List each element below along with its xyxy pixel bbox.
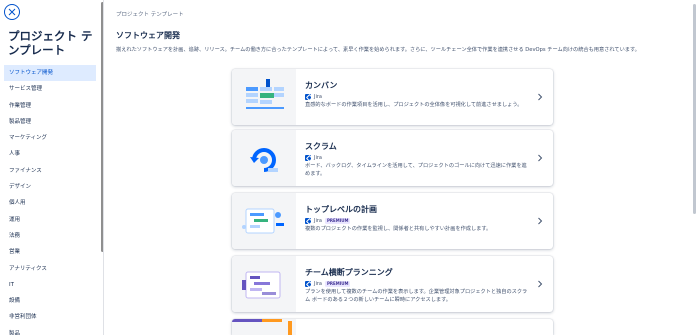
template-card-partial[interactable] [232, 319, 553, 335]
sidebar-item-facilities[interactable]: 設備 [4, 293, 96, 309]
close-button[interactable] [4, 4, 20, 20]
template-product: Jira PREMIUM [305, 217, 351, 224]
premium-badge: PREMIUM [324, 280, 351, 287]
sidebar-item-nonprofit[interactable]: 非営利団体 [4, 309, 96, 325]
template-product: Jira [305, 154, 322, 161]
chevron-right-icon [538, 93, 543, 101]
template-card-kanban[interactable]: カンバン Jira 直感的なボードの作業項目を活用し、プロジェクトの全体像を可視… [232, 69, 553, 125]
sidebar-item-product[interactable]: 製品 [4, 326, 96, 335]
template-description: 複数のプロジェクトの作業を監視し、関係者と共有しやすい計画を作成します。 [305, 226, 492, 232]
main-panel: プロジェクト テンプレート ソフトウェア開発 揃えれたソフトウェアを計画、追跡、… [104, 0, 700, 335]
template-preview-icon [232, 319, 296, 335]
template-description: プランを使用して複数のチームの作業を表示します。企業管理対象プロジェクトと独自の… [305, 289, 528, 303]
product-label: Jira [314, 93, 322, 100]
template-card-scrum[interactable]: スクラム Jira ボード、バックログ、タイムラインを活用して、プロジェクトのゴ… [232, 130, 553, 186]
sidebar-item-product-management[interactable]: 製品管理 [4, 114, 96, 130]
template-description: 直感的なボードの作業項目を活用し、プロジェクトの全体像を可視化して前進させましょ… [305, 102, 523, 108]
template-title: カンバン [305, 81, 338, 90]
product-label: Jira [314, 154, 322, 161]
sidebar-item-marketing[interactable]: マーケティング [4, 130, 96, 146]
top-level-plan-icon [232, 193, 296, 249]
template-title: トップレベルの計画 [305, 205, 377, 214]
sidebar-item-work-management[interactable]: 作業管理 [4, 98, 96, 114]
breadcrumb[interactable]: プロジェクト テンプレート [116, 10, 184, 18]
sidebar-item-legal[interactable]: 法務 [4, 228, 96, 244]
sidebar-item-personal[interactable]: 個人用 [4, 195, 96, 211]
page-description: 揃えれたソフトウェアを計画、追跡、リリース。チームの働き方に合ったテンプレートに… [116, 47, 640, 53]
template-product: Jira PREMIUM [305, 280, 351, 287]
scrum-sprint-icon [232, 130, 296, 186]
sidebar-item-it[interactable]: IT [4, 277, 96, 293]
sidebar-item-analytics[interactable]: アナリティクス [4, 261, 96, 277]
jira-icon [305, 280, 311, 287]
page-title: ソフトウェア開発 [116, 31, 180, 40]
template-title: スクラム [305, 142, 337, 151]
chevron-right-icon [538, 154, 543, 162]
jira-icon [305, 217, 311, 224]
sidebar-title: プロジェクト テンプレート [8, 29, 93, 57]
main-scrollbar[interactable] [693, 4, 696, 214]
sidebar-item-hr[interactable]: 人事 [4, 146, 96, 162]
jira-icon [305, 93, 311, 100]
chevron-right-icon [538, 217, 543, 225]
product-label: Jira [314, 280, 322, 287]
premium-badge: PREMIUM [324, 217, 351, 224]
jira-icon [305, 154, 311, 161]
cross-team-planning-icon [232, 256, 296, 312]
template-card-cross-team-planning[interactable]: チーム横断プランニング Jira PREMIUM プランを使用して複数のチームの… [232, 256, 553, 312]
template-description: ボード、バックログ、タイムラインを活用して、プロジェクトのゴールに向けて迅速に作… [305, 163, 527, 177]
close-icon [8, 8, 16, 16]
sidebar-item-sales[interactable]: 営業 [4, 244, 96, 260]
kanban-board-icon [232, 69, 296, 125]
sidebar: プロジェクト テンプレート ソフトウェア開発 サービス管理 作業管理 製品管理 … [0, 0, 104, 335]
product-label: Jira [314, 217, 322, 224]
category-list: ソフトウェア開発 サービス管理 作業管理 製品管理 マーケティング 人事 ファイ… [4, 65, 96, 335]
sidebar-item-operations[interactable]: 運用 [4, 212, 96, 228]
sidebar-item-design[interactable]: デザイン [4, 179, 96, 195]
sidebar-item-software-development[interactable]: ソフトウェア開発 [4, 65, 96, 82]
template-product: Jira [305, 93, 322, 100]
template-card-top-level-plan[interactable]: トップレベルの計画 Jira PREMIUM 複数のプロジェクトの作業を監視し、… [232, 193, 553, 249]
sidebar-item-finance[interactable]: ファイナンス [4, 163, 96, 179]
chevron-right-icon [538, 280, 543, 288]
template-title: チーム横断プランニング [305, 268, 393, 277]
sidebar-item-service-management[interactable]: サービス管理 [4, 81, 96, 97]
